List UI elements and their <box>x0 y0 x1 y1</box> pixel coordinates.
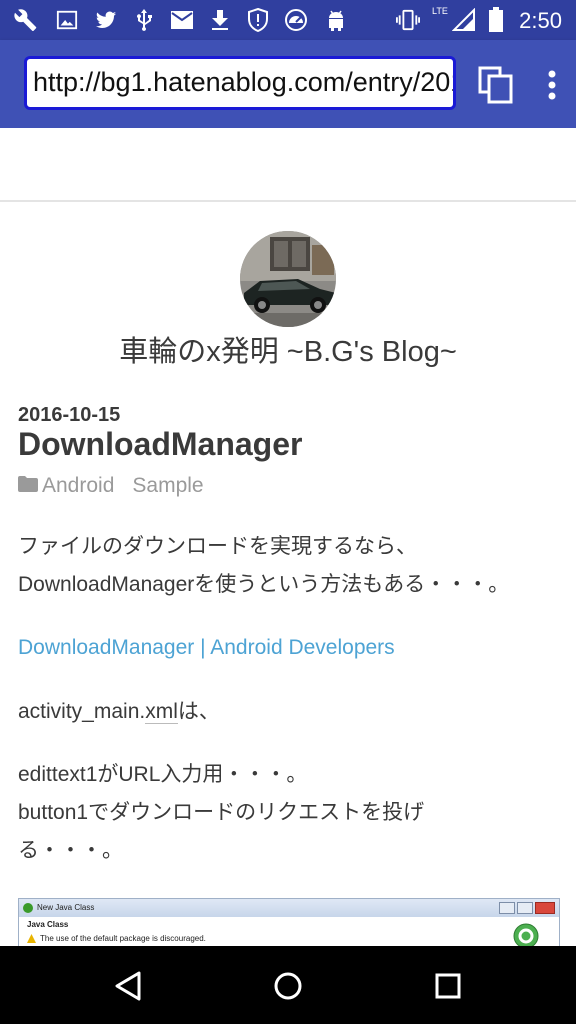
home-icon <box>274 972 302 1000</box>
entry-paragraph: DownloadManager | Android Developers <box>18 629 395 667</box>
paragraph-line: button1でダウンロードのリクエストを投げ <box>18 801 425 824</box>
download-manager-link[interactable]: DownloadManager | Android Developers <box>18 636 395 659</box>
thumb-window-titlebar: New Java Class <box>19 899 559 917</box>
blog-title[interactable]: 車輪のx発明 ~B.G's Blog~ <box>0 328 576 370</box>
back-button[interactable] <box>108 966 148 1006</box>
maximize-icon <box>517 902 533 914</box>
more-vert-icon <box>540 70 564 108</box>
java-class-icon <box>23 903 33 913</box>
thumb-window-title: New Java Class <box>37 903 95 912</box>
category-link[interactable]: Sample <box>132 474 203 498</box>
signal-icon <box>452 8 476 32</box>
entry-paragraph: activity_main.xmlは、 <box>18 693 220 731</box>
android-icon <box>324 8 348 32</box>
battery-icon <box>484 7 508 32</box>
thumb-warning-row: The use of the default package is discou… <box>27 934 206 943</box>
entry-date[interactable]: 2016-10-15 <box>18 404 120 427</box>
car-photo-icon <box>240 231 336 327</box>
paragraph-line: ファイルのダウンロードを実現するなら、 <box>18 535 417 558</box>
entry-paragraph: edittext1がURL入力用・・・。 button1でダウンロードのリクエス… <box>18 756 424 870</box>
warning-icon <box>27 934 36 943</box>
thumb-heading: Java Class <box>27 920 69 929</box>
twitter-icon <box>94 8 118 32</box>
blog-avatar[interactable] <box>240 231 336 327</box>
paragraph-line: DownloadManagerを使うという方法もある・・・。 <box>18 573 510 596</box>
network-type-label: LTE <box>432 6 448 16</box>
paragraph-text: activity_main. <box>18 700 146 723</box>
clock-time: 2:50 <box>519 8 562 33</box>
wrench-icon <box>14 8 38 32</box>
window-controls <box>499 902 555 914</box>
folder-icon <box>18 474 42 498</box>
url-input[interactable] <box>27 59 453 98</box>
recents-icon <box>435 973 461 999</box>
keyword-link[interactable]: xml <box>145 700 178 724</box>
category-link[interactable]: Android <box>42 474 114 498</box>
entry-paragraph: ファイルのダウンロードを実現するなら、 DownloadManagerを使うとい… <box>18 528 509 604</box>
thumb-warning-text: The use of the default package is discou… <box>40 934 206 943</box>
download-icon <box>208 8 232 32</box>
back-icon <box>115 971 141 1001</box>
shield-alert-icon <box>246 8 270 32</box>
copy-icon <box>478 66 514 108</box>
navigation-bar <box>0 946 576 1024</box>
image-icon <box>55 8 79 32</box>
mail-icon <box>170 8 194 32</box>
more-options-button[interactable] <box>540 68 564 104</box>
page-header-area <box>0 128 576 202</box>
usb-icon <box>132 8 156 32</box>
minimize-icon <box>499 902 515 914</box>
paragraph-text: は、 <box>177 700 220 723</box>
paragraph-line: edittext1がURL入力用・・・。 <box>18 763 308 786</box>
browser-toolbar <box>0 40 576 128</box>
home-button[interactable] <box>268 966 308 1006</box>
paragraph-line: る・・・。 <box>18 839 123 862</box>
vibrate-icon <box>396 8 420 32</box>
entry-title[interactable]: DownloadManager <box>18 426 302 463</box>
entry-categories: Android Sample <box>18 474 222 498</box>
copy-button[interactable] <box>478 66 514 104</box>
recents-button[interactable] <box>428 966 468 1006</box>
close-icon <box>535 902 555 914</box>
status-bar: LTE 2:50 <box>0 0 576 40</box>
url-field[interactable] <box>24 56 456 110</box>
speedometer-icon <box>284 8 308 32</box>
